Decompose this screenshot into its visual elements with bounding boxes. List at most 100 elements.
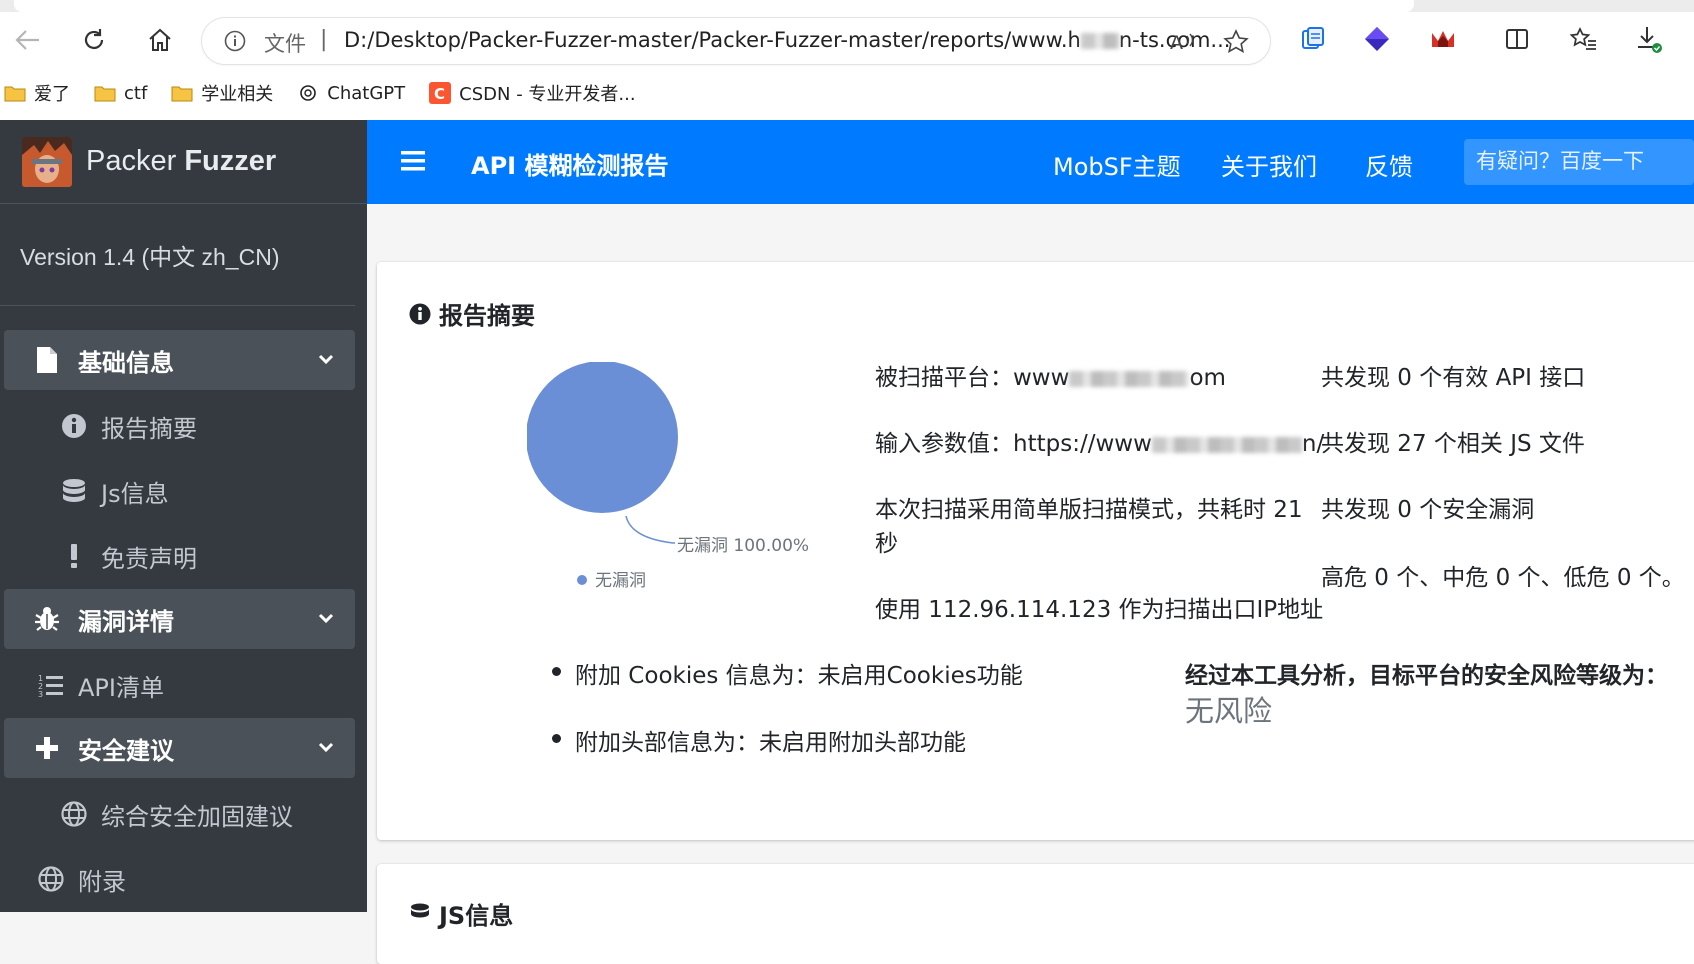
bookmark-item[interactable]: 学业相关 (171, 80, 273, 106)
nav-item-api-list[interactable]: 123 API清单 (4, 653, 355, 718)
sidebar-nav: 基础信息 报告摘要 Js信息 免责声明 漏洞详情 123 API清单 安全建议 (0, 306, 367, 912)
back-button[interactable] (8, 20, 48, 60)
platform-text: 被扫描平台：www om (875, 358, 1226, 392)
nav-group-basic-info[interactable]: 基础信息 (4, 330, 355, 390)
js-card-title: JS信息 (409, 896, 513, 931)
brand-logo (22, 136, 72, 187)
scan-mode-line1: 本次扫描采用简单版扫描模式，共耗时 21 (875, 497, 1303, 523)
reload-button[interactable] (74, 20, 114, 60)
read-aloud-icon[interactable]: A (1168, 28, 1196, 56)
brand-name-light: Packer (86, 145, 185, 177)
split-screen-button[interactable] (1500, 22, 1534, 56)
platform-label: 被扫描平台： (875, 365, 1013, 391)
address-bar[interactable]: 文件 | D:/Desktop/Packer-Fuzzer-master/Pac… (202, 18, 1270, 64)
collections-button[interactable] (1296, 22, 1330, 56)
exclamation-icon (71, 544, 77, 568)
bookmark-label: 学业相关 (201, 84, 274, 105)
bookmark-item[interactable]: C CSDN - 专业开发者... (429, 80, 636, 106)
param-value-start: https://www (1013, 431, 1152, 457)
svg-text:C: C (434, 85, 445, 103)
favorites-list-icon (1569, 27, 1596, 50)
hamburger-menu-icon[interactable] (401, 150, 425, 172)
main-content: 报告摘要 无漏洞 100.00% 无漏洞 被扫描平台：www om 输入参数值：h… (367, 204, 1694, 964)
nav-group-vuln-details[interactable]: 漏洞详情 (4, 589, 355, 649)
bookmark-item[interactable]: 爱了 (4, 80, 70, 106)
pie-group (527, 362, 678, 513)
folder-icon (94, 86, 116, 102)
nav-item-label: 附录 (78, 868, 126, 896)
bullet-dot (552, 734, 561, 743)
param-label: 输入参数值： (875, 431, 1013, 457)
js-info-card: JS信息 (377, 864, 1694, 964)
bookmark-label: ctf (124, 82, 148, 104)
brand-name-bold: Fuzzer (184, 145, 277, 177)
nav-item-disclaimer[interactable]: 免责声明 (4, 524, 355, 589)
nav-item-label: 报告摘要 (101, 415, 197, 443)
nav-item-appendix[interactable]: 附录 (4, 847, 355, 912)
summary-card-title: 报告摘要 (409, 296, 535, 331)
folder-icon (171, 86, 193, 102)
nav-item-label: 免责声明 (101, 545, 197, 573)
nav-item-report-summary[interactable]: 报告摘要 (4, 394, 355, 459)
url-start: D:/Desktop/Packer-Fuzzer-master/Packer-F… (344, 28, 1081, 52)
diamond-extension-icon (1365, 27, 1389, 51)
info-icon[interactable] (224, 30, 246, 52)
bug-icon (35, 607, 59, 631)
top-navbar: API 模糊检测报告 MobSF主题 关于我们 反馈 (367, 120, 1694, 204)
collections-icon (1302, 27, 1324, 49)
bullet-dot (552, 667, 561, 676)
favorite-star-icon[interactable] (1222, 28, 1250, 56)
nav-item-label: API清单 (78, 674, 164, 702)
nav-link-feedback[interactable]: 反馈 (1365, 147, 1413, 182)
vuln-found-text: 共发现 0 个安全漏洞 (1321, 497, 1535, 523)
risk-level-label: 经过本工具分析，目标平台的安全风险等级为： (1185, 663, 1668, 689)
openai-icon (300, 85, 317, 101)
csdn-icon: C (429, 82, 452, 104)
nav-link-about-us[interactable]: 关于我们 (1221, 147, 1317, 182)
nav-group-label: 漏洞详情 (78, 607, 174, 636)
active-tab[interactable] (14, 0, 1414, 12)
favorites-button[interactable] (1566, 22, 1600, 56)
address-url[interactable]: D:/Desktop/Packer-Fuzzer-master/Packer-F… (344, 28, 1230, 52)
bookmark-label: ChatGPT (327, 82, 406, 104)
nav-link-mobsf-theme[interactable]: MobSF主题 (1053, 147, 1181, 182)
nav-group-label: 基础信息 (78, 348, 174, 377)
reload-icon (84, 29, 104, 49)
nav-group-security-advice[interactable]: 安全建议 (4, 718, 355, 778)
extension-diamond-button[interactable] (1360, 22, 1394, 56)
brand[interactable]: Packer Fuzzer (0, 120, 367, 204)
svg-text:A: A (1170, 32, 1183, 54)
file-icon (37, 347, 57, 373)
redacted-blur (1080, 33, 1119, 49)
nav-item-label: Js信息 (101, 480, 169, 508)
bookmark-item[interactable]: ChatGPT (297, 83, 405, 104)
nav-item-js-info[interactable]: Js信息 (4, 459, 355, 524)
chevron-down-icon (318, 742, 334, 753)
vuln-pie-chart[interactable]: 无漏洞 100.00% 无漏洞 (527, 362, 827, 602)
card-title-label: 报告摘要 (439, 302, 535, 330)
param-text: 输入参数值：https://www n/ (875, 424, 1324, 458)
bookmark-item[interactable]: ctf (94, 83, 147, 104)
pie-slice[interactable] (527, 362, 678, 513)
severity-text: 高危 0 个、中危 0 个、低危 0 个。 (1321, 565, 1685, 591)
nav-item-label: 综合安全加固建议 (101, 803, 293, 831)
brand-name: Packer Fuzzer (86, 145, 276, 178)
pie-label-leader-line (625, 515, 675, 544)
js-found-text: 共发现 27 个相关 JS 文件 (1321, 431, 1585, 457)
legend-label[interactable]: 无漏洞 (595, 571, 646, 591)
search-input[interactable] (1464, 139, 1694, 185)
cookies-info: 附加 Cookies 信息为：未启用Cookies功能 (575, 663, 1023, 689)
address-separator: | (320, 27, 328, 52)
card-title-label: JS信息 (439, 902, 514, 930)
redacted-blur (1069, 370, 1190, 387)
summary-card: 报告摘要 无漏洞 100.00% 无漏洞 被扫描平台：www om 输入参数值：h… (377, 262, 1694, 840)
nav-item-hardening-advice[interactable]: 综合安全加固建议 (4, 782, 355, 847)
home-button[interactable] (140, 20, 180, 60)
plus-icon (36, 737, 58, 759)
database-icon (63, 479, 85, 502)
extension-red-button[interactable] (1426, 22, 1460, 56)
exit-ip-text: 使用 112.96.114.123 作为扫描出口IP地址 (875, 597, 1324, 623)
downloads-button[interactable] (1632, 22, 1666, 56)
info-circle-icon (409, 303, 431, 324)
api-found-text: 共发现 0 个有效 API 接口 (1321, 365, 1586, 391)
